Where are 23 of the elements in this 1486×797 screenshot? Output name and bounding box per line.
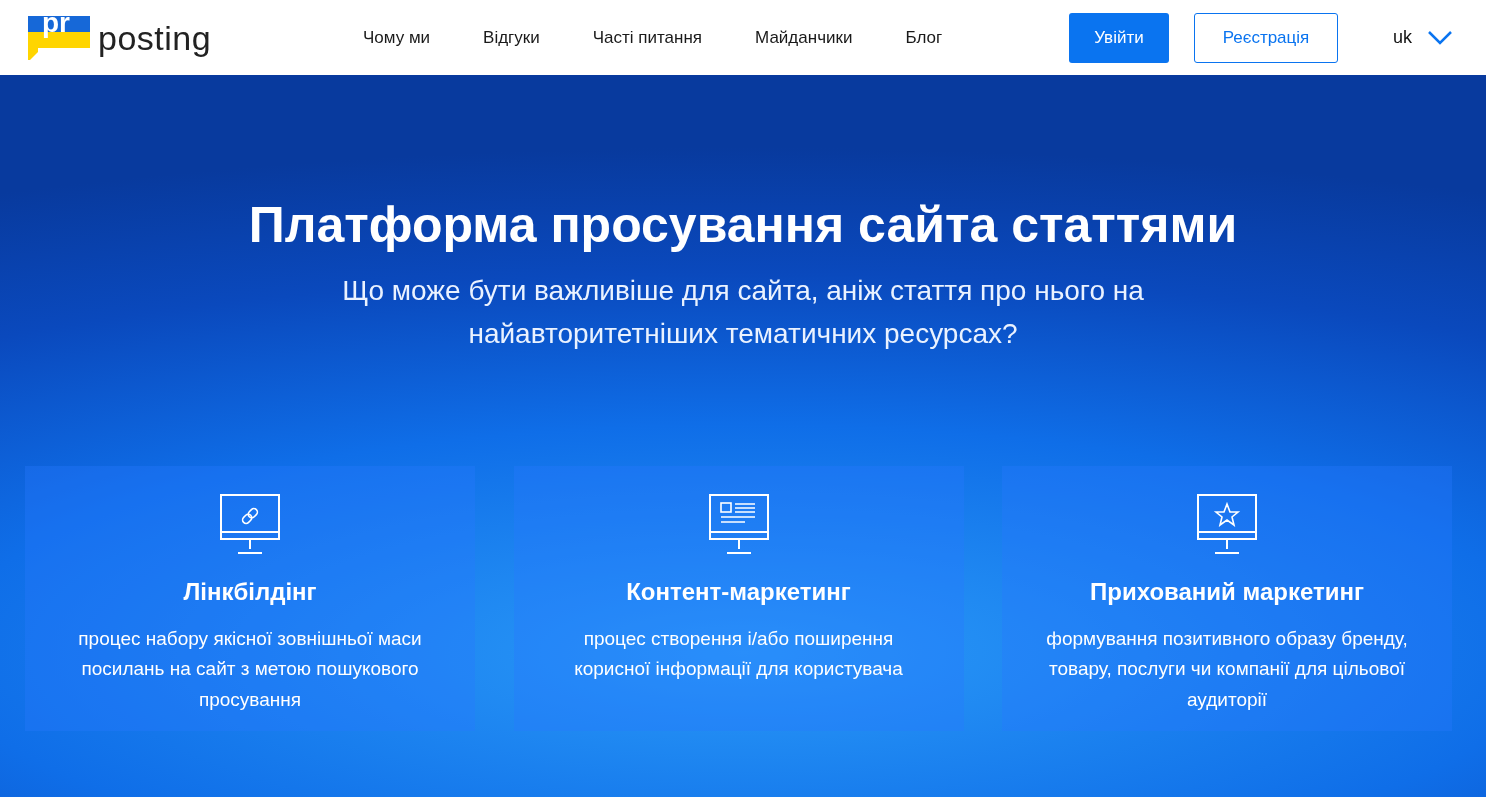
- feature-title: Лінкбілдінг: [182, 576, 318, 607]
- language-selector[interactable]: uk: [1387, 23, 1458, 52]
- hero-subtitle: Що може бути важливіше для сайта, аніж стаття про нього на найавторитетніших тематичних ресурсах?: [341, 274, 1145, 352]
- feature-description: процес створення і/або поширення корисної інформації для користувача: [573, 626, 904, 682]
- feature-title: Прихований маркетинг: [1089, 576, 1365, 607]
- chevron-down-icon: [1428, 30, 1452, 45]
- login-button[interactable]: Увійти: [1069, 12, 1169, 63]
- feature-description: формування позитивного образу бренду, товару, послуги чи компанії для цільової аудиторії: [1045, 626, 1409, 712]
- hero-title: Платформа просування сайта статтями: [247, 196, 1239, 255]
- nav-link[interactable]: Часті питання: [592, 24, 703, 51]
- nav-link[interactable]: Відгуки: [483, 24, 540, 51]
- register-button[interactable]: Реєстрація: [1194, 12, 1338, 63]
- nav-link[interactable]: Блог: [905, 24, 943, 51]
- logo-mark-text[interactable]: pr: [42, 9, 70, 37]
- nav-link[interactable]: Чому ми: [363, 24, 431, 51]
- nav-link[interactable]: Майданчики: [755, 24, 853, 51]
- logo-icon[interactable]: [28, 15, 90, 60]
- monitor-link-icon: [220, 493, 280, 554]
- feature-title: Контент-маркетинг: [625, 576, 852, 607]
- monitor-star-icon: [1197, 493, 1257, 554]
- feature-description: процес набору якісної зовнішньої маси посилань на сайт з метою пошукового просування: [77, 626, 423, 712]
- logo-text[interactable]: posting: [98, 20, 212, 55]
- monitor-article-icon: [708, 493, 769, 554]
